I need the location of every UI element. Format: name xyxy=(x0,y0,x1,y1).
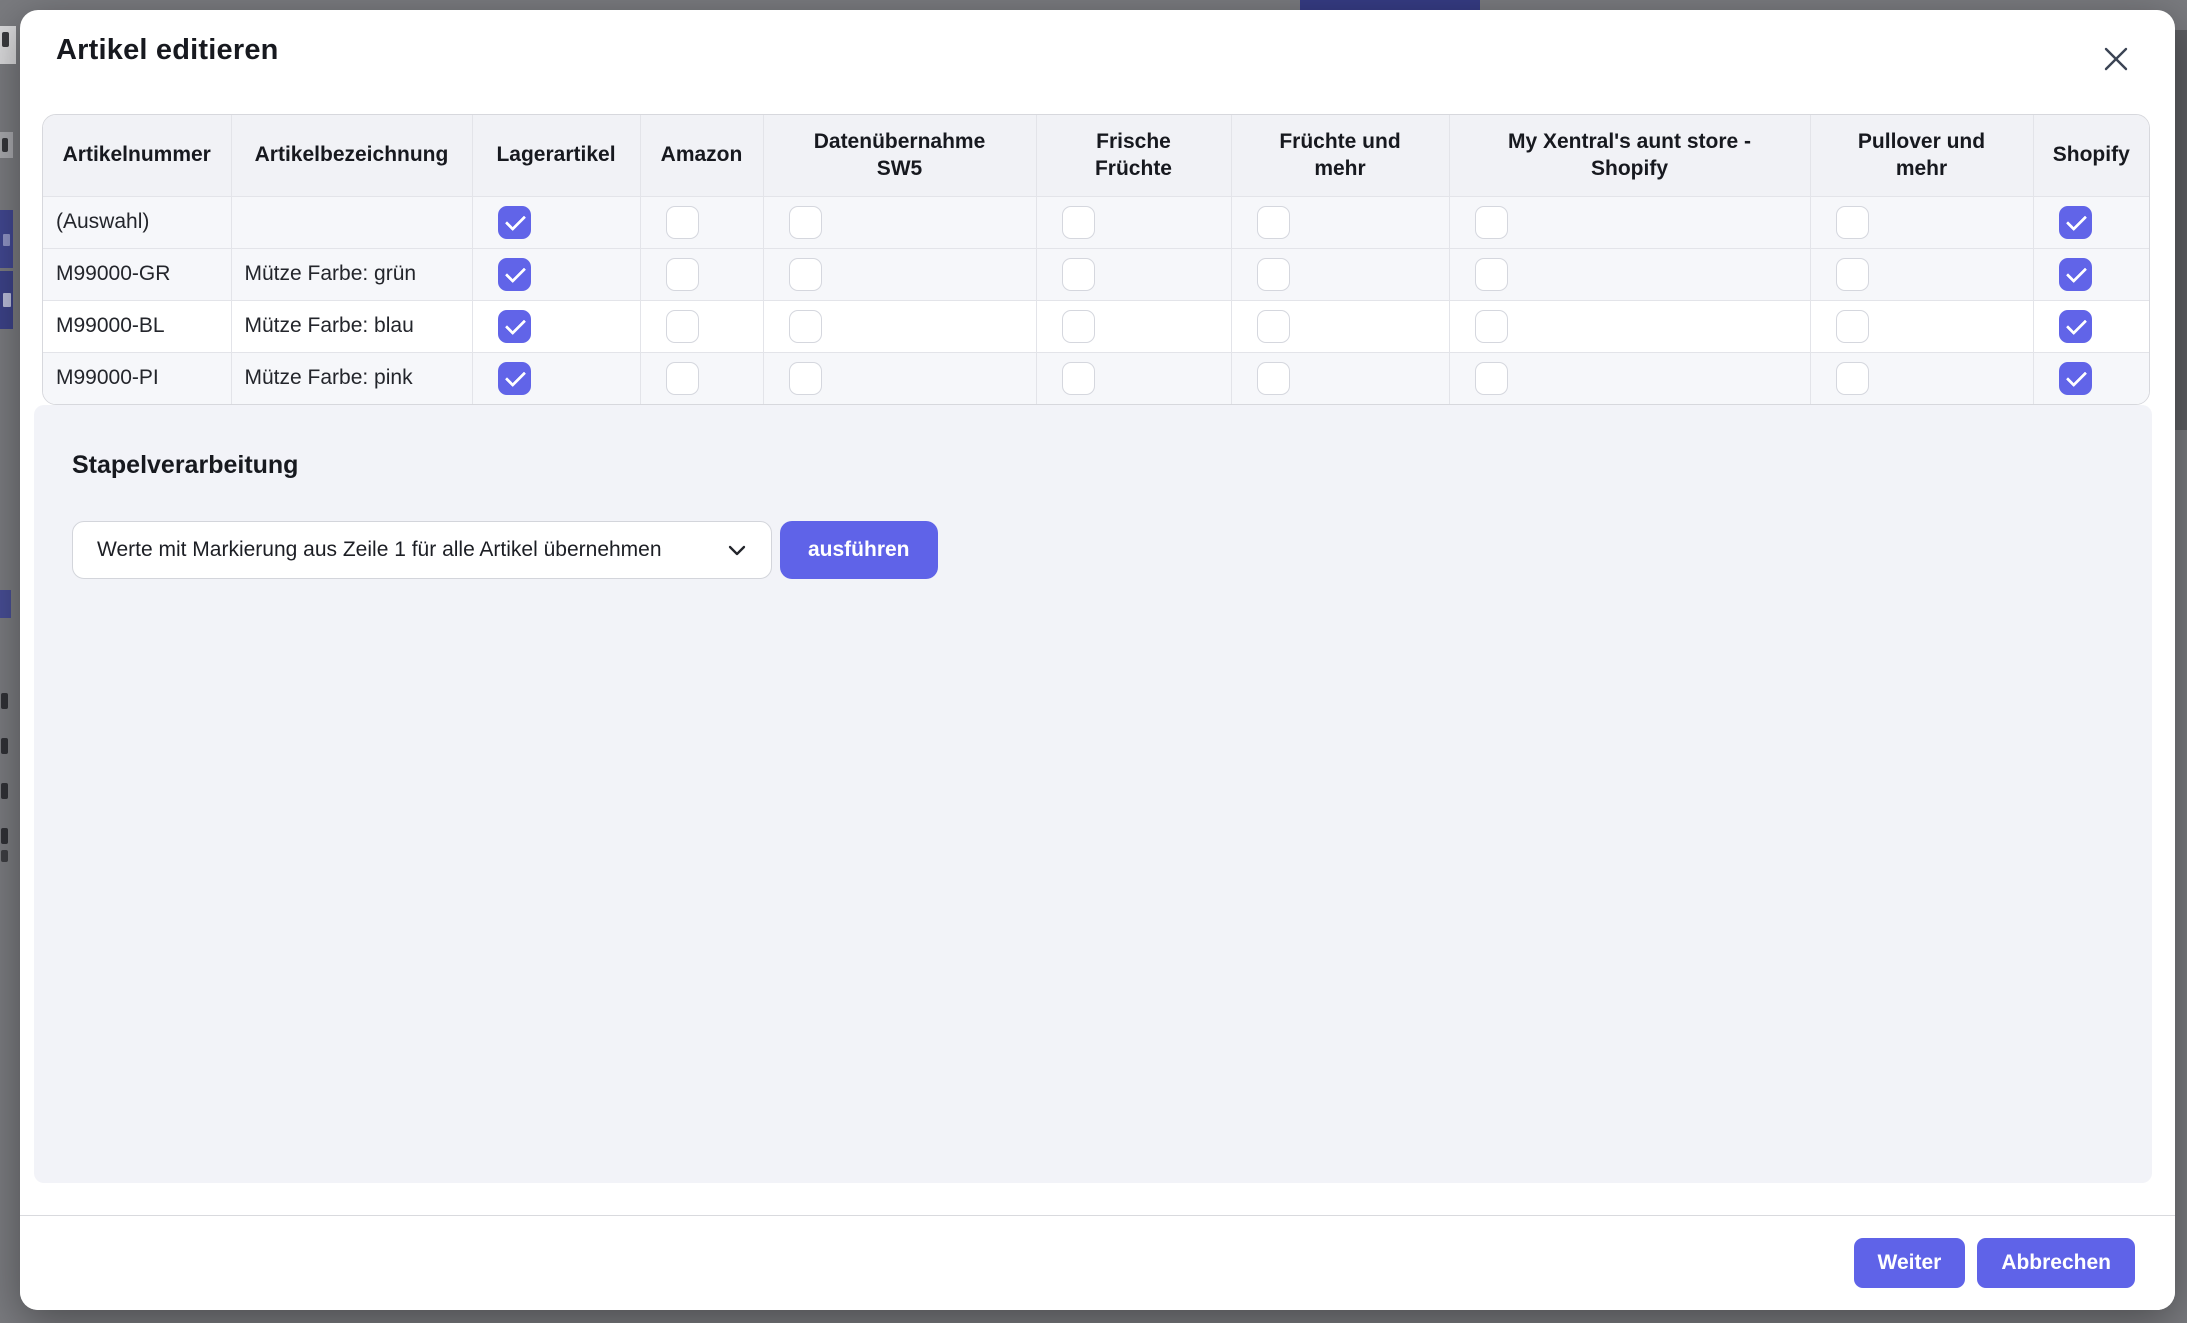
background-left-fragment xyxy=(1,850,8,862)
checkbox-fruechte-und-mehr[interactable] xyxy=(1257,206,1290,239)
checkbox-my-xentrals-aunt-store-shopify[interactable] xyxy=(1475,362,1508,395)
checkbox-fruechte-und-mehr[interactable] xyxy=(1257,258,1290,291)
checkbox-frische-fruechte[interactable] xyxy=(1062,258,1095,291)
next-button[interactable]: Weiter xyxy=(1854,1238,1966,1288)
article-description-cell xyxy=(231,196,472,248)
article-number-cell: M99000-PI xyxy=(43,352,231,404)
articles-table: Artikelnummer Artikelbezeichnung Lagerar… xyxy=(42,114,2150,405)
checkbox-datenuebernahme-sw5[interactable] xyxy=(789,206,822,239)
checkbox-frische-fruechte[interactable] xyxy=(1062,310,1095,343)
column-header-artikelnummer: Artikelnummer xyxy=(43,115,231,196)
column-header-shopify: Shopify xyxy=(2033,115,2149,196)
article-number-cell: M99000-BL xyxy=(43,300,231,352)
article-description-cell: Mütze Farbe: blau xyxy=(231,300,472,352)
checkbox-fruechte-und-mehr[interactable] xyxy=(1257,310,1290,343)
background-left-fragment xyxy=(2,138,8,152)
checkbox-frische-fruechte[interactable] xyxy=(1062,362,1095,395)
table-row-m99000-bl: M99000-BL Mütze Farbe: blau xyxy=(43,300,2149,352)
article-number-cell: M99000-GR xyxy=(43,248,231,300)
checkbox-shopify[interactable] xyxy=(2059,206,2092,239)
checkbox-datenuebernahme-sw5[interactable] xyxy=(789,362,822,395)
batch-controls: Werte mit Markierung aus Zeile 1 für all… xyxy=(72,521,938,579)
column-header-pullover-und-mehr: Pullover und mehr xyxy=(1810,115,2033,196)
column-header-datenuebernahme-sw5: Datenübernahme SW5 xyxy=(763,115,1036,196)
table-row-m99000-gr: M99000-GR Mütze Farbe: grün xyxy=(43,248,2149,300)
batch-section: Stapelverarbeitung Werte mit Markierung … xyxy=(34,405,2152,1183)
column-header-my-xentrals-aunt-store-shopify: My Xentral's aunt store - Shopify xyxy=(1449,115,1810,196)
column-header-fruechte-und-mehr: Früchte und mehr xyxy=(1231,115,1449,196)
column-header-frische-fruechte: Frische Früchte xyxy=(1036,115,1231,196)
checkbox-fruechte-und-mehr[interactable] xyxy=(1257,362,1290,395)
background-sidebar-item-fragment xyxy=(0,210,13,268)
column-header-amazon: Amazon xyxy=(640,115,763,196)
background-left-fragment xyxy=(1,738,8,754)
dialog-title: Artikel editieren xyxy=(56,34,279,67)
background-sidebar-item-fragment xyxy=(0,271,13,329)
checkbox-shopify[interactable] xyxy=(2059,258,2092,291)
table-row-m99000-pi: M99000-PI Mütze Farbe: pink xyxy=(43,352,2149,404)
checkbox-my-xentrals-aunt-store-shopify[interactable] xyxy=(1475,258,1508,291)
background-sidebar-item-fragment xyxy=(0,590,11,618)
checkbox-amazon[interactable] xyxy=(666,258,699,291)
checkbox-frische-fruechte[interactable] xyxy=(1062,206,1095,239)
dialog-footer: Weiter Abbrechen xyxy=(20,1215,2175,1310)
checkbox-datenuebernahme-sw5[interactable] xyxy=(789,258,822,291)
background-left-fragment xyxy=(1,828,8,844)
checkbox-pullover-und-mehr[interactable] xyxy=(1836,206,1869,239)
checkbox-pullover-und-mehr[interactable] xyxy=(1836,362,1869,395)
checkbox-pullover-und-mehr[interactable] xyxy=(1836,258,1869,291)
article-description-cell: Mütze Farbe: grün xyxy=(231,248,472,300)
checkbox-shopify[interactable] xyxy=(2059,362,2092,395)
article-number-cell: (Auswahl) xyxy=(43,196,231,248)
checkbox-lagerartikel[interactable] xyxy=(498,362,531,395)
checkbox-datenuebernahme-sw5[interactable] xyxy=(789,310,822,343)
selected-option-label: Werte mit Markierung aus Zeile 1 für all… xyxy=(97,538,662,562)
chevron-down-icon xyxy=(725,538,749,562)
background-topbar-fragment xyxy=(1300,0,1480,10)
screen: { "dialog": { "title": "Artikel editiere… xyxy=(0,0,2187,1323)
batch-action-select[interactable]: Werte mit Markierung aus Zeile 1 für all… xyxy=(72,521,772,579)
checkbox-my-xentrals-aunt-store-shopify[interactable] xyxy=(1475,206,1508,239)
batch-heading: Stapelverarbeitung xyxy=(72,451,298,480)
checkbox-lagerartikel[interactable] xyxy=(498,258,531,291)
checkbox-lagerartikel[interactable] xyxy=(498,206,531,239)
close-icon xyxy=(2100,43,2132,75)
column-header-artikelbezeichnung: Artikelbezeichnung xyxy=(231,115,472,196)
checkbox-pullover-und-mehr[interactable] xyxy=(1836,310,1869,343)
close-button[interactable] xyxy=(2097,40,2135,78)
background-right-fragment xyxy=(2175,30,2187,430)
background-left-fragment xyxy=(1,783,8,799)
background-left-fragment xyxy=(1,693,8,709)
column-header-lagerartikel: Lagerartikel xyxy=(472,115,640,196)
checkbox-amazon[interactable] xyxy=(666,310,699,343)
cancel-button[interactable]: Abbrechen xyxy=(1977,1238,2135,1288)
table-header-row: Artikelnummer Artikelbezeichnung Lagerar… xyxy=(43,115,2149,196)
checkbox-amazon[interactable] xyxy=(666,362,699,395)
background-left-fragment xyxy=(2,32,9,47)
table-row-auswahl: (Auswahl) xyxy=(43,196,2149,248)
article-description-cell: Mütze Farbe: pink xyxy=(231,352,472,404)
checkbox-amazon[interactable] xyxy=(666,206,699,239)
execute-button[interactable]: ausführen xyxy=(780,521,938,579)
checkbox-my-xentrals-aunt-store-shopify[interactable] xyxy=(1475,310,1508,343)
edit-article-dialog: Artikel editieren Artikelnummer Artikelb… xyxy=(20,10,2175,1310)
checkbox-shopify[interactable] xyxy=(2059,310,2092,343)
checkbox-lagerartikel[interactable] xyxy=(498,310,531,343)
